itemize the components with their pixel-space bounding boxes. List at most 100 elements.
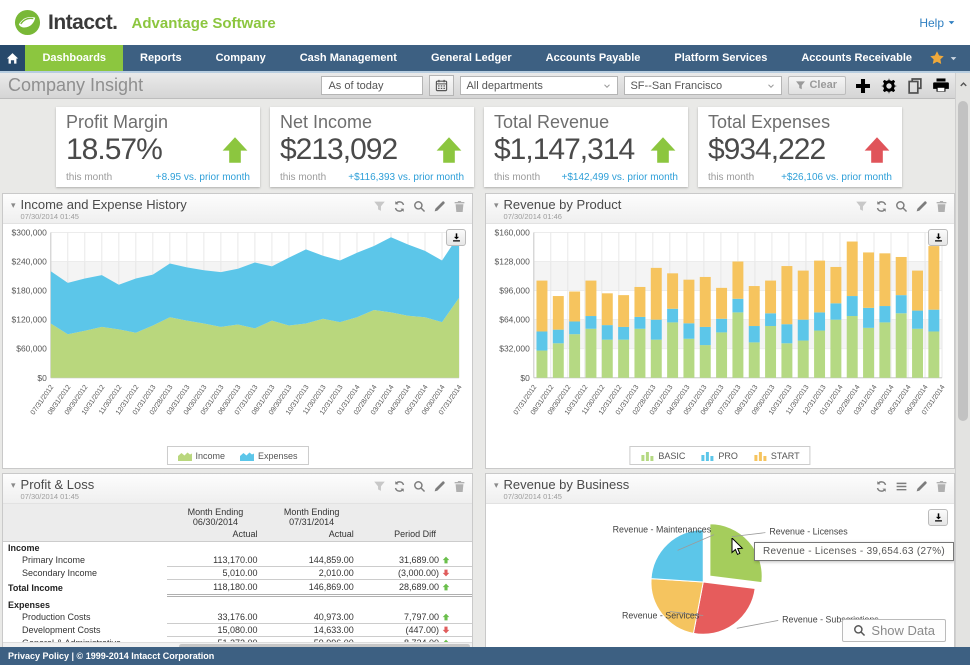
bar-segment-basic[interactable] [830,319,842,378]
nav-tab-dashboards[interactable]: Dashboards [25,45,124,71]
bar-segment-basic[interactable] [667,322,679,378]
bar-segment-start[interactable] [634,286,646,317]
bar-segment-start[interactable] [830,266,842,304]
bar-segment-start[interactable] [748,286,760,327]
vertical-scrollbar-thumb[interactable] [958,101,968,421]
bar-segment-basic[interactable] [732,312,744,378]
bar-segment-basic[interactable] [716,332,728,378]
bar-segment-start[interactable] [879,253,891,307]
nav-tab-reports[interactable]: Reports [123,45,199,71]
income-expense-area-chart[interactable]: $0 $60,000 $120,000 $180,000 $240,000 $300,00… [5,226,465,442]
bar-segment-start[interactable] [732,261,744,299]
bar-segment-pro[interactable] [618,326,630,340]
edit-icon[interactable] [915,480,928,493]
bar-segment-basic[interactable] [928,331,940,378]
collapse-panel-icon[interactable]: ▾ [494,480,499,491]
bar-segment-start[interactable] [618,295,630,327]
legend-item-income[interactable]: Income [177,450,225,461]
bar-segment-basic[interactable] [601,339,613,378]
bar-segment-basic[interactable] [650,339,662,378]
export-chart-button[interactable] [928,229,948,246]
list-icon[interactable] [895,480,908,493]
bar-segment-pro[interactable] [765,313,777,327]
pie-slice-revenue-services[interactable] [650,578,704,634]
bar-segment-pro[interactable] [748,326,760,343]
nav-tab-cash-management[interactable]: Cash Management [283,45,414,71]
nav-tab-general-ledger[interactable]: General Ledger [414,45,529,71]
bar-segment-pro[interactable] [863,307,875,328]
bar-segment-start[interactable] [781,266,793,325]
refresh-icon[interactable] [875,480,888,493]
bar-segment-basic[interactable] [634,328,646,378]
bar-segment-basic[interactable] [895,313,907,378]
export-chart-button[interactable] [446,229,466,246]
bar-segment-start[interactable] [699,276,711,327]
pie-slice-revenue-maintenances[interactable] [650,529,704,583]
location-select[interactable]: SF--San Francisco [624,76,783,95]
delete-icon[interactable] [935,480,948,493]
filter-icon[interactable] [373,200,386,213]
nav-tab-accounts-payable[interactable]: Accounts Payable [529,45,658,71]
bar-segment-basic[interactable] [863,327,875,378]
bar-segment-start[interactable] [895,256,907,296]
bar-segment-pro[interactable] [683,323,695,339]
bar-segment-pro[interactable] [912,310,924,329]
bar-segment-pro[interactable] [650,319,662,340]
bar-segment-start[interactable] [797,270,809,320]
bar-segment-start[interactable] [536,280,548,332]
bar-segment-pro[interactable] [830,303,842,320]
bar-segment-basic[interactable] [618,339,630,378]
bar-segment-pro[interactable] [601,325,613,340]
bar-segment-pro[interactable] [895,295,907,314]
edit-icon[interactable] [915,200,928,213]
scroll-up-button[interactable] [956,73,970,95]
bar-segment-start[interactable] [912,270,924,311]
bar-segment-pro[interactable] [667,308,679,323]
legend-item-start[interactable]: START [753,450,800,461]
refresh-icon[interactable] [393,200,406,213]
settings-gear-icon[interactable] [880,77,898,95]
bar-segment-start[interactable] [683,279,695,324]
delete-icon[interactable] [935,200,948,213]
bar-segment-basic[interactable] [552,343,564,378]
add-component-icon[interactable] [854,77,872,95]
bar-segment-start[interactable] [863,252,875,308]
as-of-date-input[interactable]: As of today [321,76,424,95]
bar-segment-pro[interactable] [585,316,597,329]
bar-segment-pro[interactable] [699,326,711,346]
footer-text[interactable]: Privacy Policy | © 1999-2014 Intacct Cor… [8,651,214,661]
show-data-button[interactable]: Show Data [842,619,946,642]
filter-icon[interactable] [855,200,868,213]
delete-icon[interactable] [453,480,466,493]
copy-dashboard-icon[interactable] [906,77,924,95]
refresh-icon[interactable] [393,480,406,493]
bar-segment-start[interactable] [585,280,597,317]
bar-segment-start[interactable] [650,267,662,320]
bar-segment-pro[interactable] [552,329,564,344]
legend-item-basic[interactable]: BASIC [640,450,685,461]
bar-segment-start[interactable] [814,260,826,313]
bar-segment-basic[interactable] [699,345,711,378]
home-button[interactable] [0,45,26,71]
bar-segment-start[interactable] [667,273,679,309]
bar-segment-start[interactable] [928,246,940,310]
edit-icon[interactable] [433,480,446,493]
bar-segment-basic[interactable] [781,343,793,378]
bar-segment-pro[interactable] [797,319,809,341]
bar-segment-pro[interactable] [634,316,646,329]
bar-segment-pro[interactable] [732,298,744,313]
filter-icon[interactable] [373,480,386,493]
bar-segment-pro[interactable] [536,331,548,351]
bar-segment-pro[interactable] [928,309,940,332]
search-icon[interactable] [413,200,426,213]
bar-segment-start[interactable] [601,293,613,326]
collapse-panel-icon[interactable]: ▾ [11,480,16,491]
clear-filters-button[interactable]: Clear [788,76,846,95]
favorites-caret-icon[interactable] [949,54,958,63]
search-icon[interactable] [413,480,426,493]
bar-segment-basic[interactable] [879,322,891,378]
bar-segment-basic[interactable] [846,316,858,378]
legend-item-expenses[interactable]: Expenses [239,450,298,461]
nav-tab-company[interactable]: Company [199,45,283,71]
bar-segment-basic[interactable] [912,328,924,378]
